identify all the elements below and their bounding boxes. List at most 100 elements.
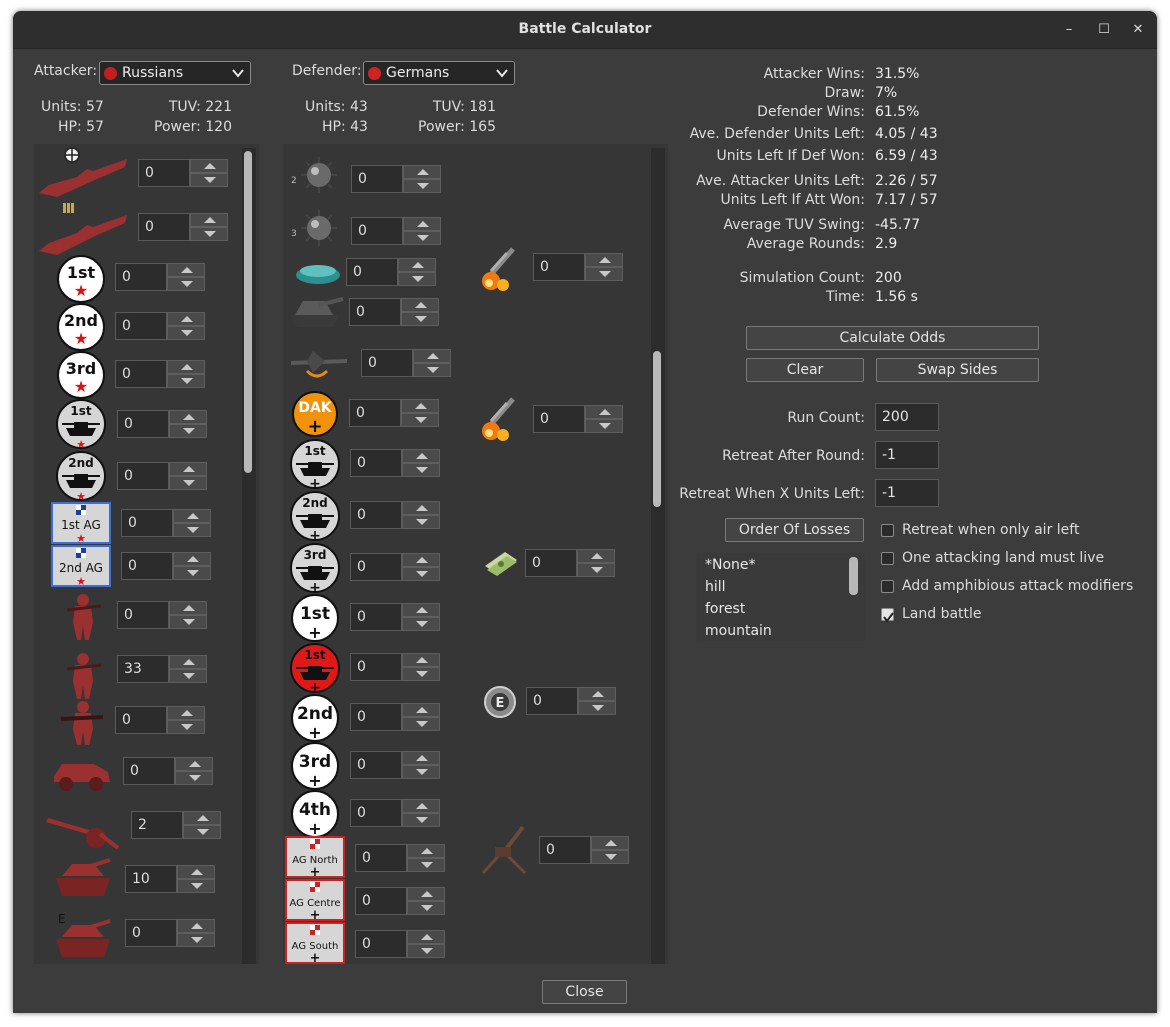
increment-arrow[interactable] <box>403 217 441 231</box>
decrement-arrow[interactable] <box>175 771 213 785</box>
defender-count-spinner[interactable]: 0 <box>526 687 626 715</box>
decrement-arrow[interactable] <box>402 515 440 529</box>
decrement-arrow[interactable] <box>578 701 616 715</box>
defender-count-spinner[interactable]: 0 <box>355 930 455 958</box>
count-field[interactable]: 10 <box>125 865 177 893</box>
increment-arrow[interactable] <box>175 757 213 771</box>
count-field[interactable]: 0 <box>117 462 169 490</box>
count-field[interactable]: 0 <box>115 706 167 734</box>
defender-count-spinner[interactable]: 0 <box>355 887 455 915</box>
decrement-arrow[interactable] <box>169 615 207 629</box>
defender-count-spinner[interactable]: 0 <box>349 298 449 326</box>
count-field[interactable]: 0 <box>350 751 402 779</box>
decrement-arrow[interactable] <box>169 669 207 683</box>
increment-arrow[interactable] <box>169 410 207 424</box>
decrement-arrow[interactable] <box>407 901 445 915</box>
retreat-units-left-input[interactable]: -1 <box>875 479 939 507</box>
increment-arrow[interactable] <box>177 919 215 933</box>
increment-arrow[interactable] <box>183 811 221 825</box>
defender-count-spinner[interactable]: 0 <box>350 799 450 827</box>
decrement-arrow[interactable] <box>190 173 228 187</box>
decrement-arrow[interactable] <box>401 312 439 326</box>
increment-arrow[interactable] <box>401 399 439 413</box>
increment-arrow[interactable] <box>578 687 616 701</box>
count-field[interactable]: 0 <box>533 253 585 281</box>
decrement-arrow[interactable] <box>401 413 439 427</box>
increment-arrow[interactable] <box>167 360 205 374</box>
increment-arrow[interactable] <box>173 552 211 566</box>
decrement-arrow[interactable] <box>407 944 445 958</box>
list-item[interactable]: forest <box>705 598 745 620</box>
order-of-losses-button[interactable]: Order Of Losses <box>725 518 864 542</box>
count-field[interactable]: 0 <box>351 165 403 193</box>
defender-count-spinner[interactable]: 0 <box>350 501 450 529</box>
checkbox[interactable] <box>881 524 894 537</box>
count-field[interactable]: 0 <box>138 213 190 241</box>
increment-arrow[interactable] <box>401 298 439 312</box>
count-field[interactable]: 0 <box>350 653 402 681</box>
count-field[interactable]: 0 <box>121 552 173 580</box>
count-field[interactable]: 0 <box>351 217 403 245</box>
defender-count-spinner[interactable]: 0 <box>349 399 449 427</box>
decrement-arrow[interactable] <box>403 179 441 193</box>
defender-count-spinner[interactable]: 0 <box>539 836 639 864</box>
count-field[interactable]: 0 <box>355 844 407 872</box>
decrement-arrow[interactable] <box>402 765 440 779</box>
swap-sides-button[interactable]: Swap Sides <box>876 358 1039 382</box>
attacker-count-spinner[interactable]: 0 <box>117 462 217 490</box>
count-field[interactable]: 0 <box>115 360 167 388</box>
count-field[interactable]: 0 <box>115 263 167 291</box>
attacker-count-spinner[interactable]: 0 <box>123 757 223 785</box>
count-field[interactable]: 0 <box>138 159 190 187</box>
attacker-count-spinner[interactable]: 0 <box>117 410 217 438</box>
increment-arrow[interactable] <box>402 653 440 667</box>
decrement-arrow[interactable] <box>402 813 440 827</box>
defender-count-spinner[interactable]: 0 <box>346 258 446 286</box>
decrement-arrow[interactable] <box>169 424 207 438</box>
attacker-count-spinner[interactable]: 33 <box>117 655 217 683</box>
defender-count-spinner[interactable]: 0 <box>350 603 450 631</box>
defender-count-spinner[interactable]: 0 <box>350 653 450 681</box>
decrement-arrow[interactable] <box>402 617 440 631</box>
close-window-button[interactable]: ✕ <box>1128 20 1148 40</box>
defender-count-spinner[interactable]: 0 <box>350 751 450 779</box>
attacker-count-spinner[interactable]: 10 <box>125 865 225 893</box>
increment-arrow[interactable] <box>577 549 615 563</box>
increment-arrow[interactable] <box>190 213 228 227</box>
increment-arrow[interactable] <box>398 258 436 272</box>
decrement-arrow[interactable] <box>591 850 629 864</box>
list-item[interactable]: *None* <box>705 554 756 576</box>
count-field[interactable]: 0 <box>125 919 177 947</box>
decrement-arrow[interactable] <box>167 374 205 388</box>
count-field[interactable]: 0 <box>355 930 407 958</box>
count-field[interactable]: 0 <box>117 410 169 438</box>
increment-arrow[interactable] <box>402 799 440 813</box>
count-field[interactable]: 0 <box>349 399 401 427</box>
decrement-arrow[interactable] <box>398 272 436 286</box>
increment-arrow[interactable] <box>169 655 207 669</box>
attacker-count-spinner[interactable]: 2 <box>131 811 231 839</box>
attacker-count-spinner[interactable]: 0 <box>138 213 238 241</box>
attacker-count-spinner[interactable]: 0 <box>125 919 225 947</box>
count-field[interactable]: 33 <box>117 655 169 683</box>
decrement-arrow[interactable] <box>167 720 205 734</box>
decrement-arrow[interactable] <box>183 825 221 839</box>
close-button[interactable]: Close <box>542 980 627 1004</box>
attacker-nation-select[interactable]: Russians <box>99 61 251 85</box>
decrement-arrow[interactable] <box>402 717 440 731</box>
increment-arrow[interactable] <box>402 553 440 567</box>
increment-arrow[interactable] <box>407 887 445 901</box>
defender-count-spinner[interactable]: 0 <box>351 217 451 245</box>
increment-arrow[interactable] <box>402 603 440 617</box>
increment-arrow[interactable] <box>167 312 205 326</box>
increment-arrow[interactable] <box>402 703 440 717</box>
increment-arrow[interactable] <box>407 844 445 858</box>
decrement-arrow[interactable] <box>167 277 205 291</box>
defender-count-spinner[interactable]: 0 <box>350 703 450 731</box>
decrement-arrow[interactable] <box>402 463 440 477</box>
defender-count-spinner[interactable]: 0 <box>355 844 455 872</box>
land-battle-checkbox[interactable] <box>881 608 894 623</box>
decrement-arrow[interactable] <box>173 523 211 537</box>
list-item[interactable]: mountain <box>705 620 772 642</box>
defender-count-spinner[interactable]: 0 <box>533 405 633 433</box>
